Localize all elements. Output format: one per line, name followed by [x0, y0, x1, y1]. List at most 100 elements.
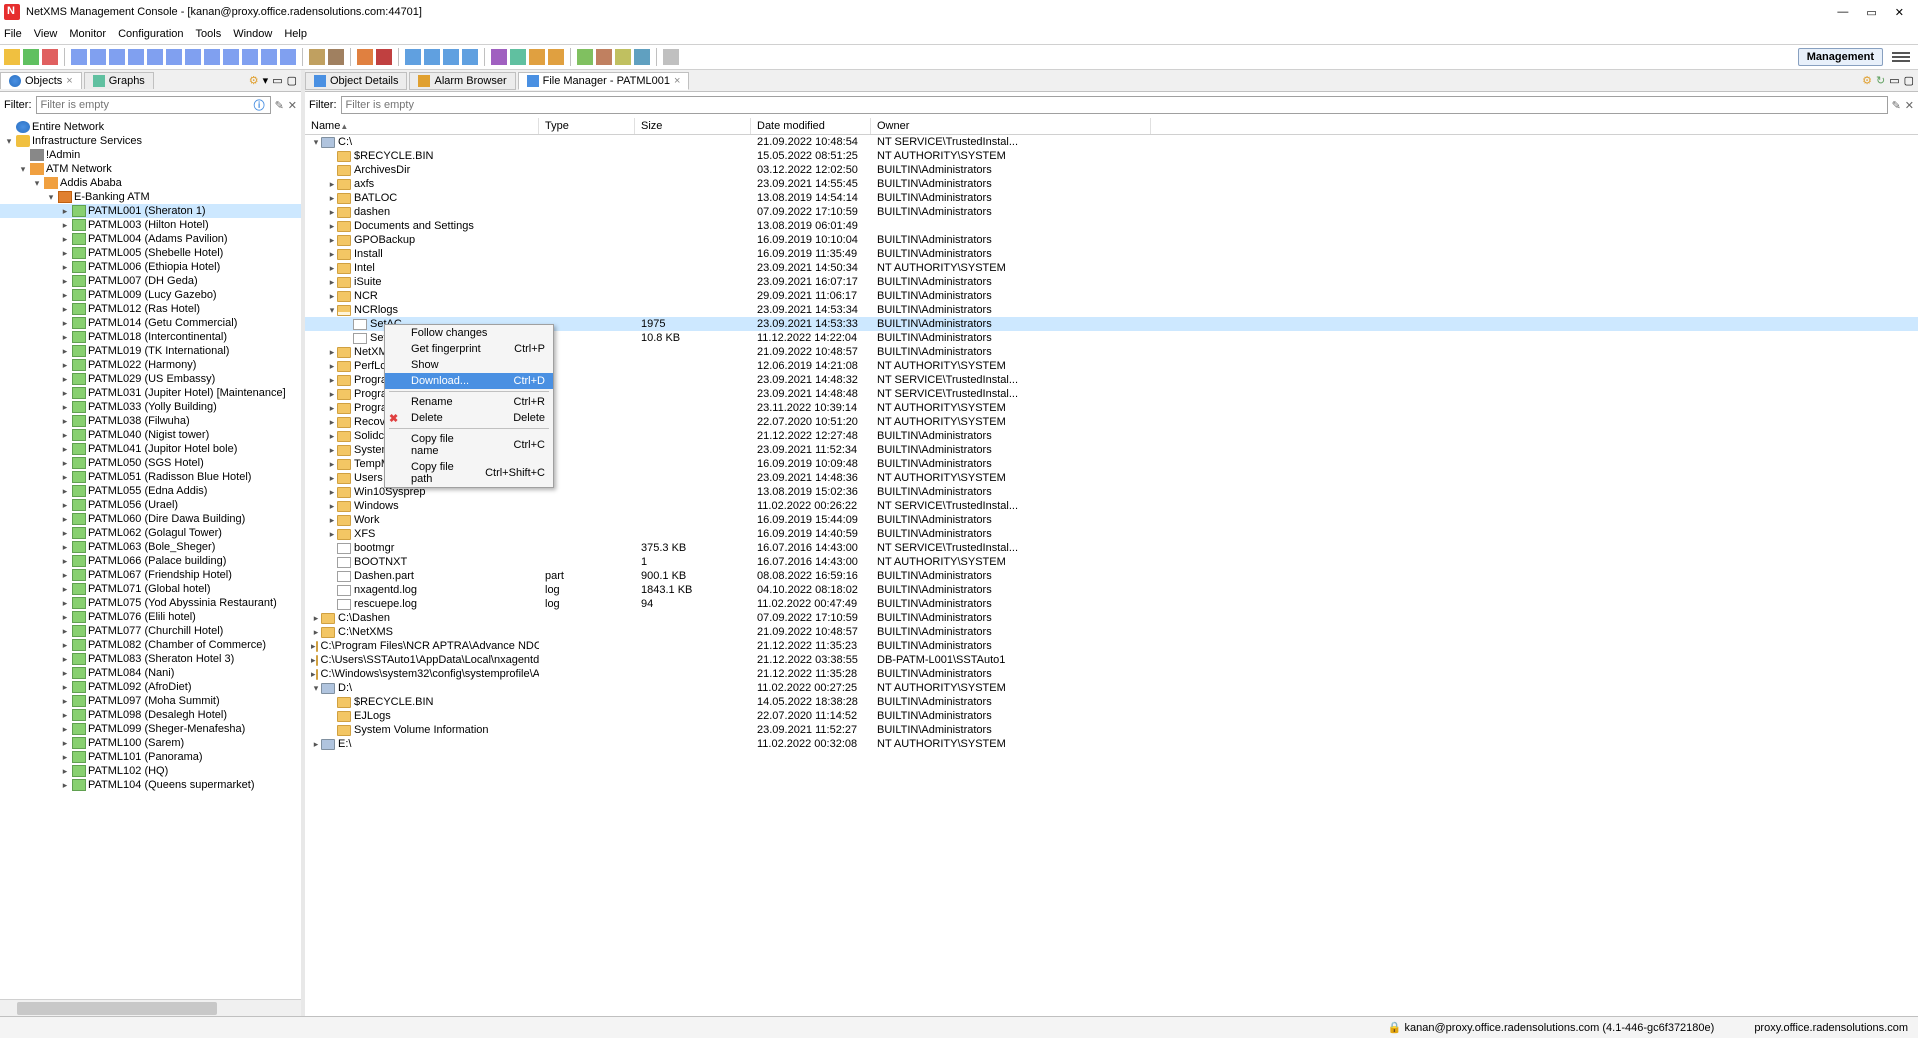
tree-item[interactable]: ▾ATM Network: [0, 162, 301, 176]
toolbar-icon[interactable]: [23, 49, 39, 65]
expand-icon[interactable]: ▸: [327, 235, 337, 246]
expand-icon[interactable]: ▸: [327, 179, 337, 190]
gear-icon[interactable]: ⚙: [249, 74, 259, 87]
maximize-button[interactable]: ▭: [1866, 6, 1876, 19]
expand-icon[interactable]: ▸: [327, 347, 337, 358]
tree-item[interactable]: Entire Network: [0, 120, 301, 134]
toolbar-icon[interactable]: [42, 49, 58, 65]
expand-icon[interactable]: ▸: [60, 304, 70, 315]
file-row[interactable]: $RECYCLE.BIN15.05.2022 08:51:25NT AUTHOR…: [305, 149, 1918, 163]
horizontal-scrollbar[interactable]: [0, 999, 301, 1016]
file-row[interactable]: ▾NCRlogs23.09.2021 14:53:34BUILTIN\Admin…: [305, 303, 1918, 317]
expand-icon[interactable]: ▸: [60, 626, 70, 637]
toolbar-icon[interactable]: [185, 49, 201, 65]
toolbar-icon[interactable]: [663, 49, 679, 65]
clear-filter-icon[interactable]: ✎: [275, 99, 284, 112]
tree-item[interactable]: ▸PATML071 (Global hotel): [0, 582, 301, 596]
close-button[interactable]: ✕: [1895, 6, 1904, 19]
clear-filter-icon[interactable]: ✎: [1892, 99, 1901, 112]
tree-item[interactable]: ▸PATML104 (Queens supermarket): [0, 778, 301, 792]
expand-icon[interactable]: ▾: [32, 178, 42, 189]
file-row[interactable]: System Volume Information23.09.2021 11:5…: [305, 723, 1918, 737]
expand-icon[interactable]: ▸: [60, 360, 70, 371]
expand-icon[interactable]: ▸: [311, 739, 321, 750]
expand-icon[interactable]: ▸: [60, 780, 70, 791]
hamburger-icon[interactable]: [1892, 50, 1910, 64]
filter-input[interactable]: [341, 96, 1888, 114]
tree-item[interactable]: ▸PATML099 (Sheger-Menafesha): [0, 722, 301, 736]
col-type[interactable]: Type: [539, 118, 635, 134]
file-row[interactable]: ▾D:\11.02.2022 00:27:25NT AUTHORITY\SYST…: [305, 681, 1918, 695]
toolbar-icon[interactable]: [109, 49, 125, 65]
tree-item[interactable]: ▾Infrastructure Services: [0, 134, 301, 148]
expand-icon[interactable]: ▸: [60, 458, 70, 469]
expand-icon[interactable]: ▸: [60, 724, 70, 735]
expand-icon[interactable]: ▸: [327, 501, 337, 512]
expand-icon[interactable]: ▸: [60, 276, 70, 287]
minimize-view-icon[interactable]: ▭: [1889, 74, 1899, 87]
menu-help[interactable]: Help: [284, 28, 307, 40]
tree-item[interactable]: ▸PATML075 (Yod Abyssinia Restaurant): [0, 596, 301, 610]
file-row[interactable]: ▸Windows11.02.2022 00:26:22NT SERVICE\Tr…: [305, 499, 1918, 513]
tree-item[interactable]: ▸PATML031 (Jupiter Hotel) [Maintenance]: [0, 386, 301, 400]
file-row[interactable]: ▸Install16.09.2019 11:35:49BUILTIN\Admin…: [305, 247, 1918, 261]
expand-icon[interactable]: ▸: [327, 389, 337, 400]
menu-monitor[interactable]: Monitor: [69, 28, 106, 40]
expand-icon[interactable]: ▸: [327, 431, 337, 442]
toolbar-icon[interactable]: [462, 49, 478, 65]
file-row[interactable]: ▸BATLOC13.08.2019 14:54:14BUILTIN\Admini…: [305, 191, 1918, 205]
menu-item[interactable]: RenameCtrl+R: [385, 394, 553, 410]
tree-item[interactable]: ▸PATML101 (Panorama): [0, 750, 301, 764]
tree-item[interactable]: ▸PATML018 (Intercontinental): [0, 330, 301, 344]
tab-objects[interactable]: Objects ×: [0, 72, 82, 89]
expand-icon[interactable]: ▸: [60, 584, 70, 595]
expand-icon[interactable]: ▸: [60, 696, 70, 707]
menu-tools[interactable]: Tools: [196, 28, 222, 40]
expand-icon[interactable]: ▸: [60, 766, 70, 777]
file-row[interactable]: ▸dashen07.09.2022 17:10:59BUILTIN\Admini…: [305, 205, 1918, 219]
file-row[interactable]: ▸GPOBackup16.09.2019 10:10:04BUILTIN\Adm…: [305, 233, 1918, 247]
tree-item[interactable]: ▸PATML051 (Radisson Blue Hotel): [0, 470, 301, 484]
menu-item[interactable]: Download...Ctrl+D: [385, 373, 553, 389]
toolbar-icon[interactable]: [596, 49, 612, 65]
tree-item[interactable]: ▸PATML084 (Nani): [0, 666, 301, 680]
expand-icon[interactable]: ▸: [60, 556, 70, 567]
tab-graphs[interactable]: Graphs: [84, 72, 154, 89]
file-row[interactable]: bootmgr375.3 KB16.07.2016 14:43:00NT SER…: [305, 541, 1918, 555]
expand-icon[interactable]: ▸: [60, 262, 70, 273]
tree-item[interactable]: ▸PATML067 (Friendship Hotel): [0, 568, 301, 582]
expand-icon[interactable]: ▾: [46, 192, 56, 203]
expand-icon[interactable]: ▸: [311, 655, 316, 666]
tree-item[interactable]: ▸PATML055 (Edna Addis): [0, 484, 301, 498]
expand-icon[interactable]: ▸: [60, 612, 70, 623]
tree-item[interactable]: ▸PATML077 (Churchill Hotel): [0, 624, 301, 638]
tree-item[interactable]: ▸PATML083 (Sheraton Hotel 3): [0, 652, 301, 666]
expand-icon[interactable]: ▸: [60, 752, 70, 763]
tree-item[interactable]: ▸PATML063 (Bole_Sheger): [0, 540, 301, 554]
expand-icon[interactable]: ▸: [327, 277, 337, 288]
expand-icon[interactable]: ▸: [60, 332, 70, 343]
expand-icon[interactable]: ▸: [60, 542, 70, 553]
close-filter-icon[interactable]: ✕: [1905, 99, 1914, 112]
file-row[interactable]: ArchivesDir03.12.2022 12:02:50BUILTIN\Ad…: [305, 163, 1918, 177]
file-row[interactable]: $RECYCLE.BIN14.05.2022 18:38:28BUILTIN\A…: [305, 695, 1918, 709]
tree-item[interactable]: ▸PATML007 (DH Geda): [0, 274, 301, 288]
tree-item[interactable]: ▸PATML022 (Harmony): [0, 358, 301, 372]
file-row[interactable]: BOOTNXT116.07.2016 14:43:00NT AUTHORITY\…: [305, 555, 1918, 569]
tree-item[interactable]: ▸PATML098 (Desalegh Hotel): [0, 708, 301, 722]
perspective-button[interactable]: Management: [1798, 48, 1883, 66]
tree-item[interactable]: ▸PATML038 (Filwuha): [0, 414, 301, 428]
expand-icon[interactable]: ▸: [60, 710, 70, 721]
expand-icon[interactable]: ▸: [60, 234, 70, 245]
expand-icon[interactable]: ▾: [4, 136, 14, 147]
tree-item[interactable]: ▸PATML005 (Shebelle Hotel): [0, 246, 301, 260]
tab-file-manager[interactable]: File Manager - PATML001 ×: [518, 72, 690, 90]
expand-icon[interactable]: ▸: [327, 207, 337, 218]
expand-icon[interactable]: ▸: [327, 417, 337, 428]
expand-icon[interactable]: ▸: [60, 430, 70, 441]
tree-item[interactable]: ▸PATML006 (Ethiopia Hotel): [0, 260, 301, 274]
expand-icon[interactable]: ▸: [60, 346, 70, 357]
tab-alarm-browser[interactable]: Alarm Browser: [409, 72, 515, 90]
file-row[interactable]: ▸C:\NetXMS21.09.2022 10:48:57BUILTIN\Adm…: [305, 625, 1918, 639]
expand-icon[interactable]: ▸: [60, 598, 70, 609]
